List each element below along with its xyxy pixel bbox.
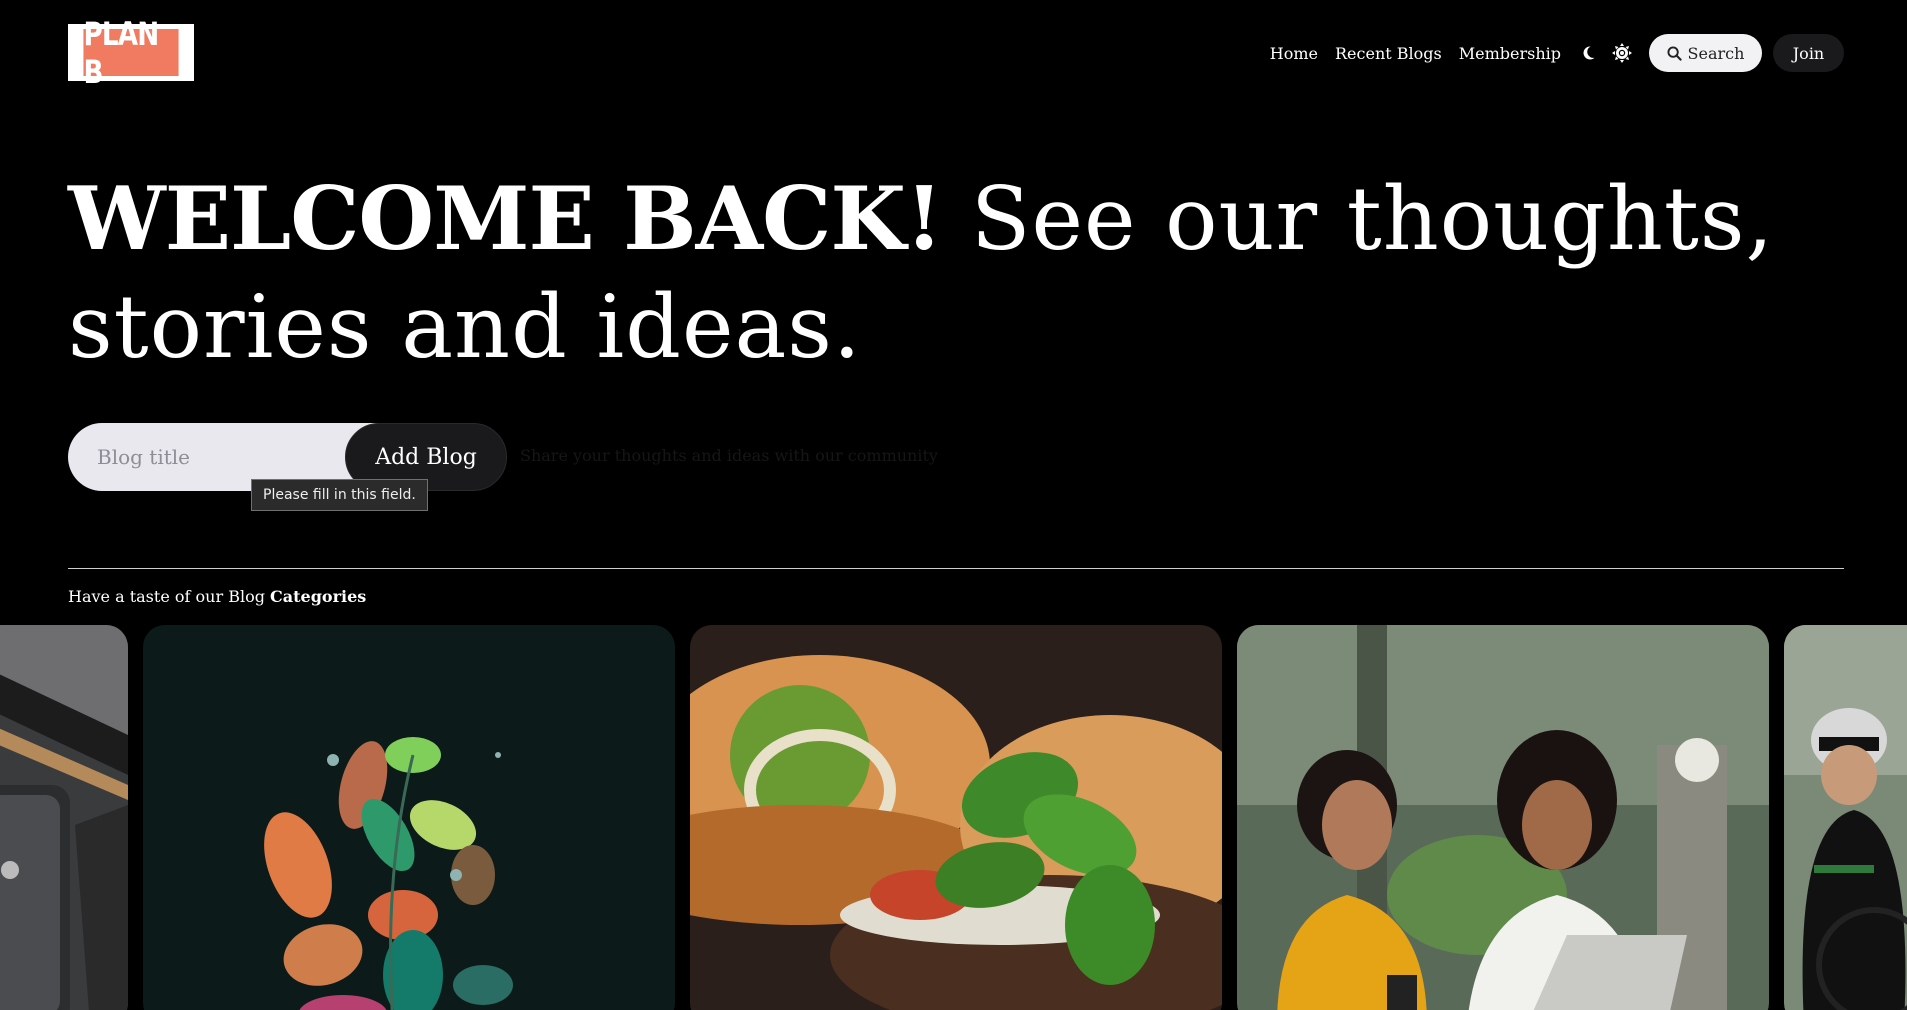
search-button[interactable]: Search <box>1649 34 1762 72</box>
cyclist-photo <box>1784 625 1907 1010</box>
nav-recent-blogs[interactable]: Recent Blogs <box>1335 44 1442 63</box>
search-label: Search <box>1687 43 1745 63</box>
burger-basil-photo <box>690 625 1222 1010</box>
laptop-pen-photo <box>0 625 128 1010</box>
category-card-laptop[interactable] <box>0 625 128 1010</box>
brand-logo[interactable]: PLAN B <box>68 15 194 91</box>
search-icon <box>1667 45 1682 61</box>
hero-headline: WELCOME BACK! See our thoughts, stories … <box>68 165 1868 381</box>
section-divider <box>68 568 1844 569</box>
categories-heading: Have a taste of our Blog Categories <box>68 587 366 606</box>
women-laughing-laptop-photo <box>1237 625 1769 1010</box>
join-button[interactable]: Join <box>1773 34 1844 72</box>
category-card-illustration[interactable] <box>143 625 675 1010</box>
share-hint-text: Share your thoughts and ideas with our c… <box>520 446 938 465</box>
category-card-food[interactable] <box>690 625 1222 1010</box>
category-card-people[interactable] <box>1237 625 1769 1010</box>
sun-icon[interactable] <box>1611 42 1633 64</box>
main-nav: Home Recent Blogs Membership Search Join <box>1270 34 1844 72</box>
logo-text: PLAN B <box>83 15 179 91</box>
nav-membership[interactable]: Membership <box>1459 44 1561 63</box>
moon-icon[interactable] <box>1577 42 1599 64</box>
category-card-sports[interactable] <box>1784 625 1907 1010</box>
nav-home[interactable]: Home <box>1270 44 1318 63</box>
categories-heading-prefix: Have a taste of our Blog <box>68 587 265 606</box>
leaf-illustration <box>143 625 675 1010</box>
hero-headline-bold: WELCOME BACK! <box>68 167 943 270</box>
validation-tooltip: Please fill in this field. <box>251 479 428 511</box>
categories-heading-strong: Categories <box>270 587 367 606</box>
